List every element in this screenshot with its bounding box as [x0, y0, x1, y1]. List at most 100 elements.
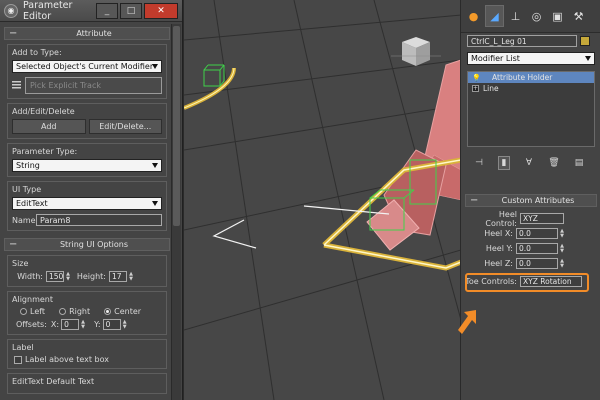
arrow-icon [458, 310, 476, 334]
heel-control-label: Heel Control: [485, 209, 517, 228]
add-to-type-group: Add to Type: Selected Object's Current M… [7, 44, 167, 99]
heel-y-field[interactable]: 0.0 [516, 243, 558, 254]
custom-attributes-title: Custom Attributes [501, 196, 575, 205]
toe-controls-highlight [465, 273, 589, 292]
stack-item-line[interactable]: + Line [468, 83, 594, 94]
add-edit-delete-label: Add/Edit/Delete [12, 107, 75, 116]
show-end-result-icon[interactable]: ▮ [498, 156, 510, 170]
attribute-rollout-header[interactable]: − Attribute [4, 27, 170, 40]
stack-item-label: Line [483, 84, 499, 93]
close-button[interactable]: ✕ [144, 2, 178, 19]
alignment-label: Alignment [12, 295, 53, 304]
add-to-type-dropdown[interactable]: Selected Object's Current Modifier [12, 60, 162, 73]
stack-toolbar: ⊣ ▮ ∀ 🗑 ▤ [473, 156, 585, 170]
chevron-down-icon [152, 163, 158, 168]
width-label: Width: [17, 272, 43, 281]
modifier-list-label: Modifier List [471, 54, 520, 63]
make-unique-icon[interactable]: ∀ [523, 156, 535, 170]
heel-x-spinner[interactable]: ▲ ▼ [559, 228, 565, 239]
editor-scrollbar[interactable] [171, 24, 181, 400]
view-cube [391, 37, 441, 66]
viewport-scene [184, 0, 460, 400]
heel-x-label: Heel X: [484, 229, 513, 238]
chevron-down-icon [152, 201, 158, 206]
minimize-button[interactable]: _ [96, 2, 118, 19]
expand-plus-icon[interactable]: + [472, 85, 479, 92]
size-label: Size [12, 259, 29, 268]
modify-tab-icon[interactable]: ◢ [485, 5, 504, 27]
viewport-3d[interactable] [183, 0, 460, 400]
collapse-icon: − [9, 239, 18, 250]
heel-z-label: Heel Z: [484, 259, 513, 268]
utilities-tab-icon[interactable]: ⚒ [569, 5, 588, 27]
offset-y-spinner[interactable]: ▲ ▼ [122, 319, 128, 330]
width-field[interactable]: 150 [46, 271, 64, 282]
command-panel: ● ◢ ⊥ ◎ ▣ ⚒ CtrlC_L_Leg 01 Modifier List… [460, 0, 600, 400]
heel-z-spinner[interactable]: ▲ ▼ [559, 258, 565, 269]
editor-body: − Attribute Add to Type: Selected Object… [4, 24, 170, 400]
heel-control-field[interactable]: XYZ [520, 213, 564, 224]
left-radio[interactable] [20, 308, 27, 315]
label-group-title: Label [12, 343, 34, 352]
name-field[interactable]: Param8 [36, 214, 162, 226]
add-to-type-label: Add to Type: [12, 48, 62, 57]
string-ui-rollout-header[interactable]: − String UI Options [4, 238, 170, 251]
motion-tab-icon[interactable]: ◎ [527, 5, 546, 27]
attribute-rollout-title: Attribute [76, 29, 112, 38]
title-bar[interactable]: ◉ Parameter Editor _ □ ✕ [0, 0, 182, 22]
modifier-stack: 💡 Attribute Holder + Line [467, 71, 595, 147]
offset-x-field[interactable]: 0 [61, 319, 80, 330]
add-to-type-value: Selected Object's Current Modifier [16, 62, 154, 71]
custom-attributes-header[interactable]: − Custom Attributes [465, 194, 597, 207]
lightbulb-icon[interactable]: 💡 [472, 74, 481, 82]
offsets-label: Offsets: [16, 320, 47, 329]
track-list-icon [12, 81, 21, 89]
heel-z-field[interactable]: 0.0 [516, 258, 558, 269]
modifier-list-dropdown[interactable]: Modifier List [467, 52, 595, 65]
add-edit-delete-group: Add/Edit/Delete Add Edit/Delete... [7, 103, 167, 139]
center-label: Center [114, 307, 142, 316]
edit-delete-button[interactable]: Edit/Delete... [88, 119, 162, 134]
height-label: Height: [76, 272, 106, 281]
add-button[interactable]: Add [12, 119, 86, 134]
parameter-type-dropdown[interactable]: String [12, 159, 162, 172]
string-ui-rollout-title: String UI Options [59, 240, 129, 249]
scrollbar-thumb[interactable] [173, 26, 180, 226]
center-radio[interactable] [104, 308, 112, 315]
chevron-down-icon [152, 64, 158, 69]
name-label: Name: [12, 215, 39, 225]
default-text-label: EditText Default Text [12, 377, 95, 386]
label-group: Label Label above text box [7, 339, 167, 369]
maximize-button[interactable]: □ [120, 2, 142, 19]
height-field[interactable]: 17 [109, 271, 127, 282]
hierarchy-tab-icon[interactable]: ⊥ [506, 5, 525, 27]
stack-item-attribute-holder[interactable]: 💡 Attribute Holder [468, 72, 594, 83]
ui-type-group: UI Type EditText Name: Param8 [7, 181, 167, 231]
offset-y-field[interactable]: 0 [102, 319, 121, 330]
app-icon: ◉ [4, 3, 18, 18]
size-group: Size Width: 150 ▲ ▼ Height: 17 ▲ ▼ [7, 255, 167, 287]
chevron-down-icon [585, 56, 591, 61]
ui-type-label: UI Type [12, 185, 42, 194]
left-label: Left [30, 307, 46, 316]
remove-modifier-icon[interactable]: 🗑 [548, 156, 560, 170]
ui-type-dropdown[interactable]: EditText [12, 197, 162, 210]
create-tab-icon[interactable]: ● [464, 5, 483, 27]
heel-y-spinner[interactable]: ▲ ▼ [559, 243, 565, 254]
height-spinner[interactable]: ▲ ▼ [128, 271, 134, 282]
pick-explicit-track-button[interactable]: Pick Explicit Track [25, 77, 162, 94]
parameter-type-group: Parameter Type: String [7, 143, 167, 177]
right-radio[interactable] [59, 308, 67, 315]
configure-sets-icon[interactable]: ▤ [573, 156, 585, 170]
display-tab-icon[interactable]: ▣ [548, 5, 567, 27]
collapse-icon: − [470, 195, 479, 206]
object-color-swatch[interactable] [580, 36, 590, 46]
ui-type-value: EditText [16, 199, 48, 208]
object-name-field[interactable]: CtrlC_L_Leg 01 [467, 35, 577, 47]
parameter-editor-window: ◉ Parameter Editor _ □ ✕ − Attribute Add… [0, 0, 183, 400]
label-above-checkbox[interactable] [14, 355, 22, 364]
default-text-group: EditText Default Text [7, 373, 167, 394]
heel-x-field[interactable]: 0.0 [516, 228, 558, 239]
parameter-type-label: Parameter Type: [12, 147, 78, 156]
pin-stack-icon[interactable]: ⊣ [473, 156, 485, 170]
